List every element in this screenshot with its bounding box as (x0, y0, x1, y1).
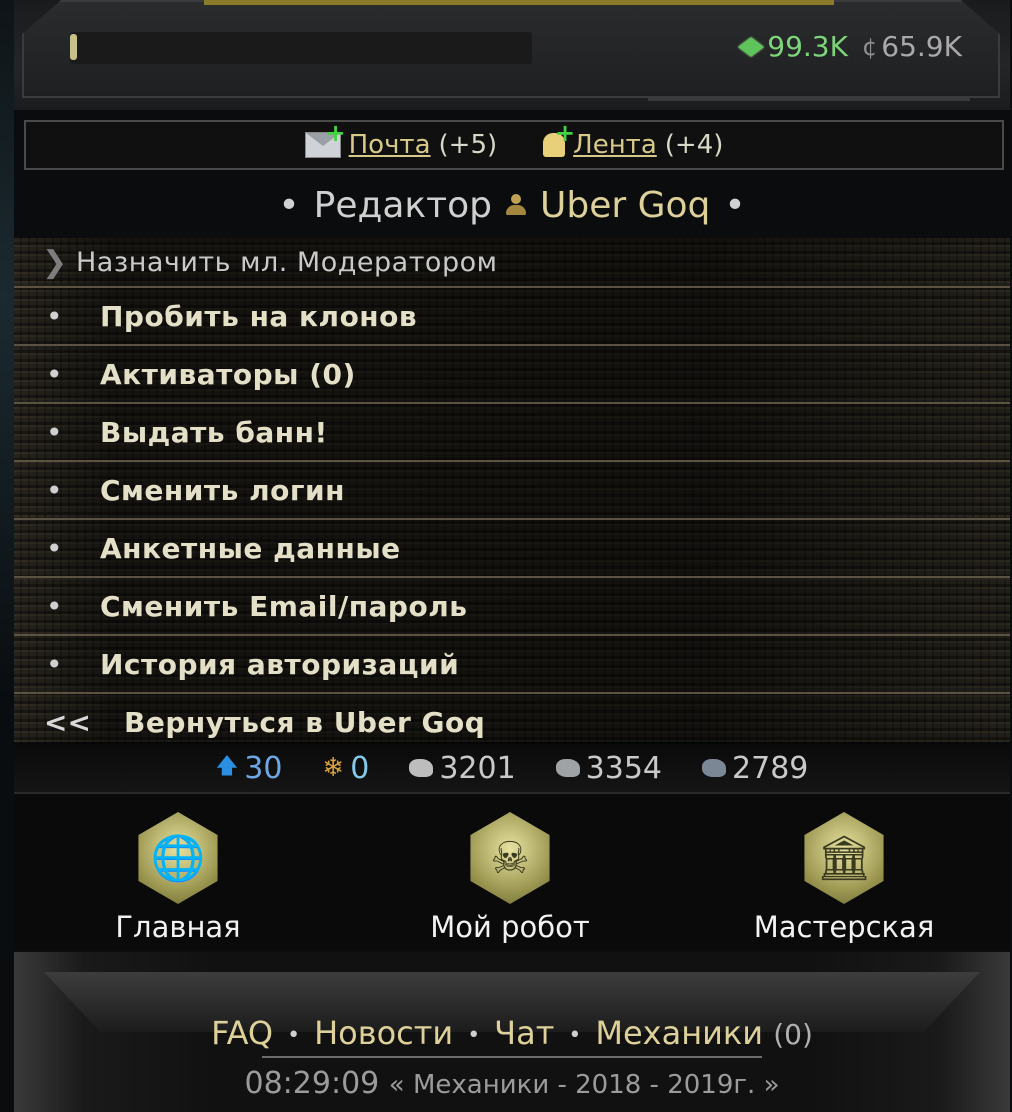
feed-count: (+4) (664, 130, 724, 160)
bottom-nav: 🌐 Главная ☠ Мой робот 🏛 Мастерская (14, 794, 1010, 950)
menu-item-label: Активаторы (0) (100, 357, 356, 391)
ore1-stat: 3201 (409, 750, 516, 786)
menu-item-label: Назначить мл. Модератором (76, 246, 498, 278)
mail-item: Почта (+5) (304, 119, 498, 160)
menu-item-label: Сменить Email/пароль (100, 589, 468, 623)
hud-divider (648, 98, 970, 101)
menu-item-change-login[interactable]: • Сменить логин (14, 462, 1010, 520)
bullet: • (46, 589, 63, 623)
faq-link[interactable]: FAQ (211, 1014, 273, 1052)
gems-value: 99.3K (767, 30, 848, 63)
bullet: • (46, 299, 63, 333)
feed-item: Лента (+4) (543, 119, 724, 160)
menu-item-check-clones[interactable]: • Пробить на клонов (14, 288, 1010, 346)
menu-item-change-email-password[interactable]: • Сменить Email/пароль (14, 578, 1010, 636)
bullet: • (46, 357, 63, 391)
ore3-value: 2789 (732, 750, 809, 786)
nav-home-label: Главная (115, 910, 241, 944)
copyright-text: « Механики - 2018 - 2019г. » (388, 1070, 780, 1100)
level-stat: 🡅 30 (216, 749, 283, 787)
footer: FAQ • Новости • Чат • Механики (0) 08:29:09 « … (14, 952, 1010, 1112)
ore-icon (409, 759, 434, 777)
menu-item-ban[interactable]: • Выдать банн! (14, 404, 1010, 462)
separator-dot: • (568, 1022, 582, 1048)
snowflake-icon: ❄ (322, 753, 345, 783)
ore-icon (702, 759, 727, 777)
bullet: • (46, 473, 63, 507)
credit-icon: ¢ (862, 32, 878, 61)
currency-panel: 99.3K ¢ 65.9K (738, 30, 962, 63)
chat-link[interactable]: Чат (494, 1014, 554, 1052)
snowflake-value: 0 (350, 750, 370, 786)
nav-workshop-label: Мастерская (753, 910, 935, 944)
bell-icon (543, 119, 575, 157)
menu-item-login-history[interactable]: • История авторизаций (14, 636, 1010, 694)
mail-link[interactable]: Почта (349, 130, 431, 160)
nav-workshop[interactable]: 🏛 Мастерская (714, 812, 974, 944)
menu-item-activators[interactable]: • Активаторы (0) (14, 346, 1010, 404)
menu-item-profile-data[interactable]: • Анкетные данные (14, 520, 1010, 578)
level-value: 30 (244, 750, 283, 786)
footer-divider (262, 1056, 762, 1058)
ore2-stat: 3354 (555, 750, 663, 786)
separator-dot: • (467, 1022, 481, 1048)
menu-item-back[interactable]: << Вернуться в Uber Goq (14, 694, 1010, 750)
credits-counter[interactable]: ¢ 65.9K (862, 30, 962, 63)
bullet: • (46, 531, 63, 565)
energy-bar-fill (70, 34, 77, 60)
menu-item-label: История авторизаций (100, 647, 460, 681)
bullet: • (46, 415, 63, 449)
menu-item-label: Выдать банн! (100, 415, 328, 449)
arrow-up-icon: 🡅 (215, 754, 239, 779)
energy-bar (70, 32, 532, 64)
credits-value: 65.9K (881, 30, 962, 63)
username[interactable]: Uber Goq (540, 185, 710, 226)
ore3-stat: 2789 (702, 751, 808, 786)
ore-icon (555, 759, 580, 777)
moderation-menu: ❯ Назначить мл. Модератором • Пробить на… (14, 238, 1010, 750)
menu-item-label: Анкетные данные (100, 531, 401, 565)
nav-my-robot[interactable]: ☠ Мой робот (380, 812, 640, 944)
menu-item-assign-moderator[interactable]: ❯ Назначить мл. Модератором (14, 238, 1010, 288)
skull-icon: ☠ (470, 812, 550, 904)
hud-top-strip (204, 0, 834, 5)
mechanics-count: (0) (773, 1018, 813, 1051)
user-icon (506, 194, 527, 216)
bank-icon: 🏛 (804, 812, 884, 904)
footer-links: FAQ • Новости • Чат • Механики (0) (14, 1014, 1010, 1052)
feed-link[interactable]: Лента (573, 130, 657, 160)
resource-stats: 🡅 30 ❄ 0 3201 3354 2789 (14, 744, 1010, 794)
top-hud: 99.3K ¢ 65.9K (14, 0, 1010, 112)
nav-robot-label: Мой робот (430, 910, 590, 944)
ore2-value: 3354 (585, 750, 663, 786)
title-dot-left: • (278, 184, 300, 226)
separator-dot: • (287, 1022, 301, 1048)
menu-item-label: Сменить логин (100, 473, 345, 507)
notification-bar: Почта (+5) Лента (+4) (24, 119, 1004, 170)
back-arrow: << (44, 705, 91, 739)
role-label: Редактор (313, 184, 493, 226)
nav-home[interactable]: 🌐 Главная (48, 812, 308, 944)
server-time: 08:29:09 (244, 1066, 380, 1101)
title-dot-right: • (724, 184, 746, 226)
chevron-right-icon: ❯ (42, 244, 68, 280)
back-label: Вернуться в Uber Goq (124, 705, 486, 739)
menu-item-label: Пробить на клонов (100, 299, 418, 333)
ore1-value: 3201 (439, 750, 516, 786)
mechanics-link[interactable]: Механики (595, 1014, 763, 1052)
snowflake-stat: ❄ 0 (322, 751, 369, 786)
mail-count: (+5) (438, 130, 498, 160)
page: 99.3K ¢ 65.9K Почта (+5) Лента (+4) • Ре… (14, 0, 1010, 1112)
bullet: • (46, 647, 63, 681)
news-link[interactable]: Новости (314, 1014, 453, 1052)
gems-counter[interactable]: 99.3K (738, 30, 848, 63)
globe-icon: 🌐 (138, 812, 218, 904)
page-title: • Редактор Uber Goq • (14, 178, 1010, 232)
footer-copyright: 08:29:09 « Механики - 2018 - 2019г. » (14, 1066, 1010, 1101)
mail-icon (304, 119, 346, 158)
left-edge-decor (0, 0, 14, 960)
